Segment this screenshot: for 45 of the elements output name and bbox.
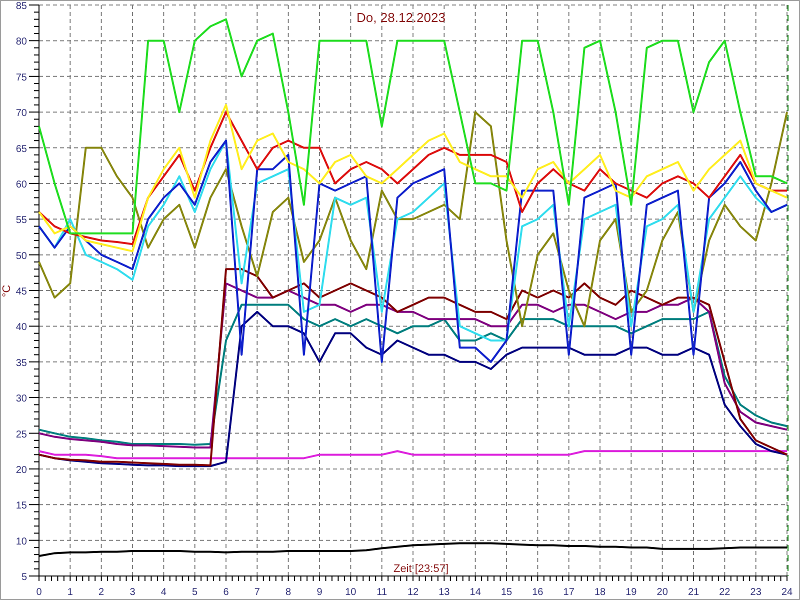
axis-tick-label: 22 — [719, 587, 730, 598]
axis-tick-label: 85 — [16, 1, 27, 12]
axis-tick-label: 60 — [16, 179, 27, 190]
axis-tick-label: 65 — [16, 144, 27, 155]
axis-tick-label: 40 — [16, 322, 27, 334]
axis-tick-label: 15 — [16, 500, 27, 512]
axis-tick-label: 23 — [750, 587, 762, 598]
axis-tick-label: 35 — [16, 358, 27, 369]
axis-tick-label: 13 — [438, 587, 450, 598]
axis-tick-label: 16 — [532, 587, 544, 598]
axis-tick-label: 70 — [16, 108, 27, 120]
axis-tick-label: 18 — [594, 587, 606, 598]
axis-tick-label: 50 — [16, 250, 27, 262]
axis-tick-label: 4 — [160, 587, 166, 598]
chart-title: Do, 28.12.2023 — [356, 10, 446, 25]
axis-tick-label: 21 — [688, 587, 700, 598]
axis-tick-label: 45 — [16, 286, 27, 298]
axis-tick-label: 9 — [316, 587, 322, 598]
axis-tick-label: 25 — [16, 429, 27, 440]
axis-tick-label: 0 — [36, 587, 42, 598]
axis-tick-label: 75 — [16, 72, 27, 84]
axis-tick-label: 5 — [192, 587, 198, 598]
x-axis-label: Zeit [23:57] — [393, 563, 449, 575]
axis-tick-label: 10 — [16, 536, 27, 548]
axis-tick-label: 17 — [563, 587, 574, 598]
axis-tick-label: 7 — [254, 587, 260, 598]
axis-tick-label: 5 — [21, 572, 27, 583]
axis-tick-label: 3 — [130, 587, 136, 598]
axis-tick-label: 80 — [16, 36, 27, 48]
axis-tick-label: 14 — [470, 587, 481, 598]
axis-tick-label: 6 — [223, 587, 229, 598]
axis-tick-label: 2 — [98, 587, 104, 598]
axis-tick-label: 20 — [16, 464, 27, 476]
axis-tick-label: 11 — [376, 587, 388, 598]
axis-tick-label: 24 — [781, 587, 793, 598]
axis-tick-label: 15 — [500, 587, 512, 598]
axis-tick-label: 8 — [286, 587, 292, 598]
axis-tick-label: 20 — [656, 587, 668, 598]
y-axis-label: °C — [1, 284, 13, 298]
axis-tick-label: 10 — [345, 587, 356, 598]
axis-tick-label: 19 — [626, 587, 637, 598]
axis-tick-label: 55 — [16, 215, 27, 226]
axis-tick-label: 30 — [16, 394, 27, 405]
axis-tick-label: 12 — [407, 587, 419, 598]
axis-tick-label: 1 — [67, 587, 73, 598]
